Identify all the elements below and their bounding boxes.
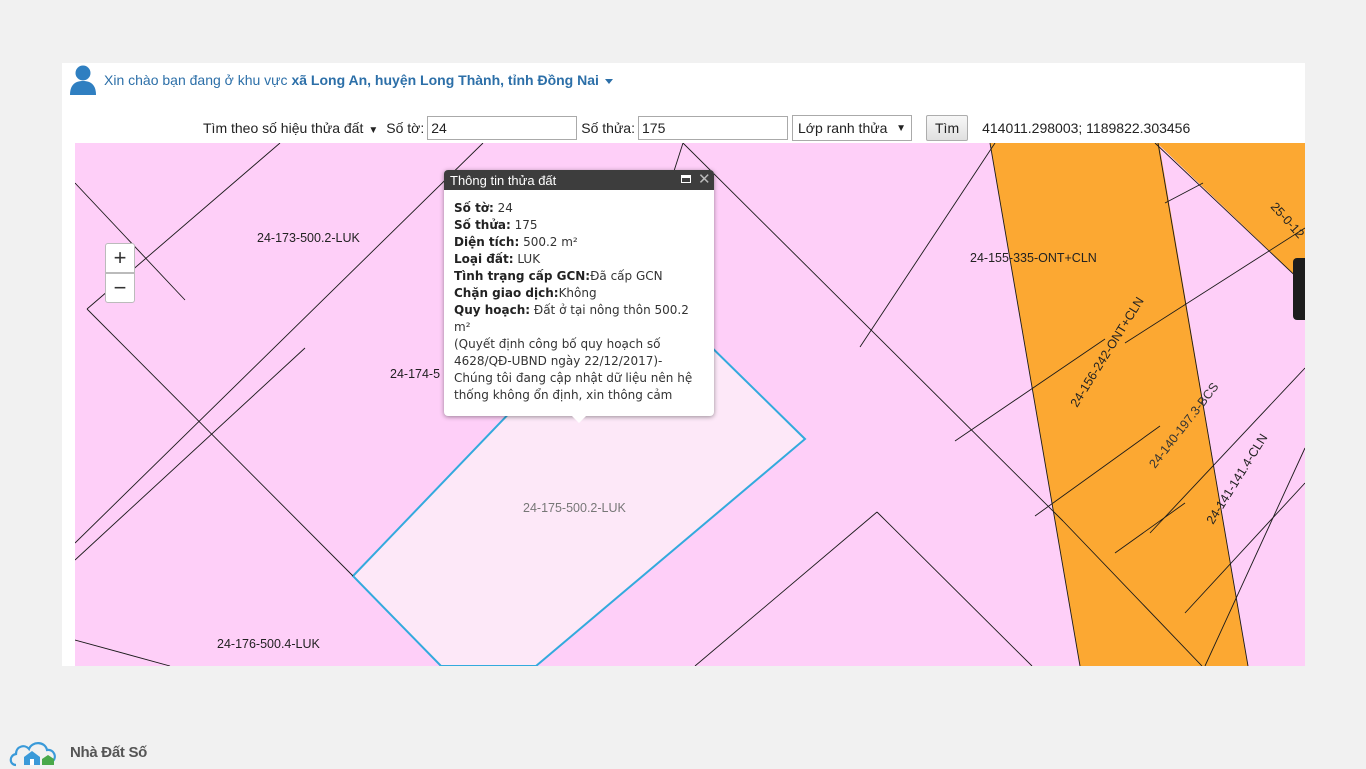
caret-down-icon[interactable] <box>604 78 613 84</box>
site-logo: Nhà Đất Số <box>8 735 147 769</box>
info-certificate: Tình trạng cấp GCN:Đã cấp GCN <box>454 269 663 283</box>
coordinates-readout: 414011.298003; 1189822.303456 <box>982 120 1191 136</box>
parcel-label-173: 24-173-500.2-LUK <box>257 231 361 245</box>
parcel-label: Số thửa: <box>581 120 635 136</box>
parcel-info-popup: Thông tin thửa đất ✕ Số tờ: 24 Số thửa: … <box>444 170 714 423</box>
info-land-type: Loại đất: LUK <box>454 252 541 266</box>
parcel-label-176: 24-176-500.4-LUK <box>217 637 321 651</box>
map-view[interactable]: 24-173-500.2-LUK 24-174-5 24-175-500.2-L… <box>75 143 1305 666</box>
search-bar: Tìm theo số hiệu thửa đất ▼ Số tờ: Số thử… <box>203 115 1190 141</box>
close-icon[interactable]: ✕ <box>698 170 711 190</box>
sheet-number-input[interactable] <box>427 116 578 140</box>
side-toolbar-tab[interactable] <box>1293 258 1305 320</box>
greeting-bar: Xin chào bạn đang ở khu vực xã Long An, … <box>68 63 613 97</box>
info-planning: Quy hoạch: Đất ở tại nông thôn 500.2 m² <box>454 303 689 334</box>
user-icon <box>70 65 96 95</box>
layer-select[interactable]: Lớp ranh thửa ▼ <box>792 115 912 141</box>
zoom-in-button[interactable]: + <box>105 243 135 273</box>
zoom-out-button[interactable]: − <box>105 273 135 303</box>
maximize-icon[interactable] <box>681 175 691 183</box>
popup-body: Số tờ: 24 Số thửa: 175 Diện tích: 500.2 … <box>444 190 714 404</box>
info-note: (Quyết định công bố quy hoạch số 4628/QĐ… <box>454 337 693 402</box>
greeting-text: Xin chào bạn đang ở khu vực xã Long An, … <box>104 72 613 88</box>
layer-select-value: Lớp ranh thửa <box>798 120 888 136</box>
location-dropdown[interactable]: xã Long An, huyện Long Thành, tỉnh Đồng … <box>291 72 598 88</box>
parcel-label-155: 24-155-335-ONT+CLN <box>970 251 1097 265</box>
cloud-house-icon <box>9 742 56 767</box>
info-parcel: Số thửa: 175 <box>454 218 538 232</box>
parcel-label-175: 24-175-500.2-LUK <box>523 501 627 515</box>
popup-header: Thông tin thửa đất ✕ <box>444 170 714 190</box>
parcel-label-174: 24-174-5 <box>390 367 440 381</box>
greeting-prefix: Xin chào bạn đang ở khu vực <box>104 72 292 88</box>
info-transaction-block: Chặn giao dịch:Không <box>454 286 597 300</box>
triangle-down-icon: ▼ <box>896 122 906 134</box>
info-sheet: Số tờ: 24 <box>454 201 513 215</box>
sheet-label: Số tờ: <box>386 120 425 136</box>
brand-name: Nhà Đất Số <box>70 743 148 761</box>
map-page-card: Xin chào bạn đang ở khu vực xã Long An, … <box>62 63 1305 666</box>
search-mode-label: Tìm theo số hiệu thửa đất <box>203 120 364 136</box>
parcel-number-input[interactable] <box>638 116 788 140</box>
find-button[interactable]: Tìm <box>926 115 969 141</box>
popup-title: Thông tin thửa đất <box>450 172 557 188</box>
triangle-down-icon: ▼ <box>368 125 379 136</box>
popup-tip <box>570 414 588 423</box>
info-area: Diện tích: 500.2 m² <box>454 235 578 249</box>
search-mode-dropdown[interactable]: Tìm theo số hiệu thửa đất ▼ <box>203 120 378 136</box>
